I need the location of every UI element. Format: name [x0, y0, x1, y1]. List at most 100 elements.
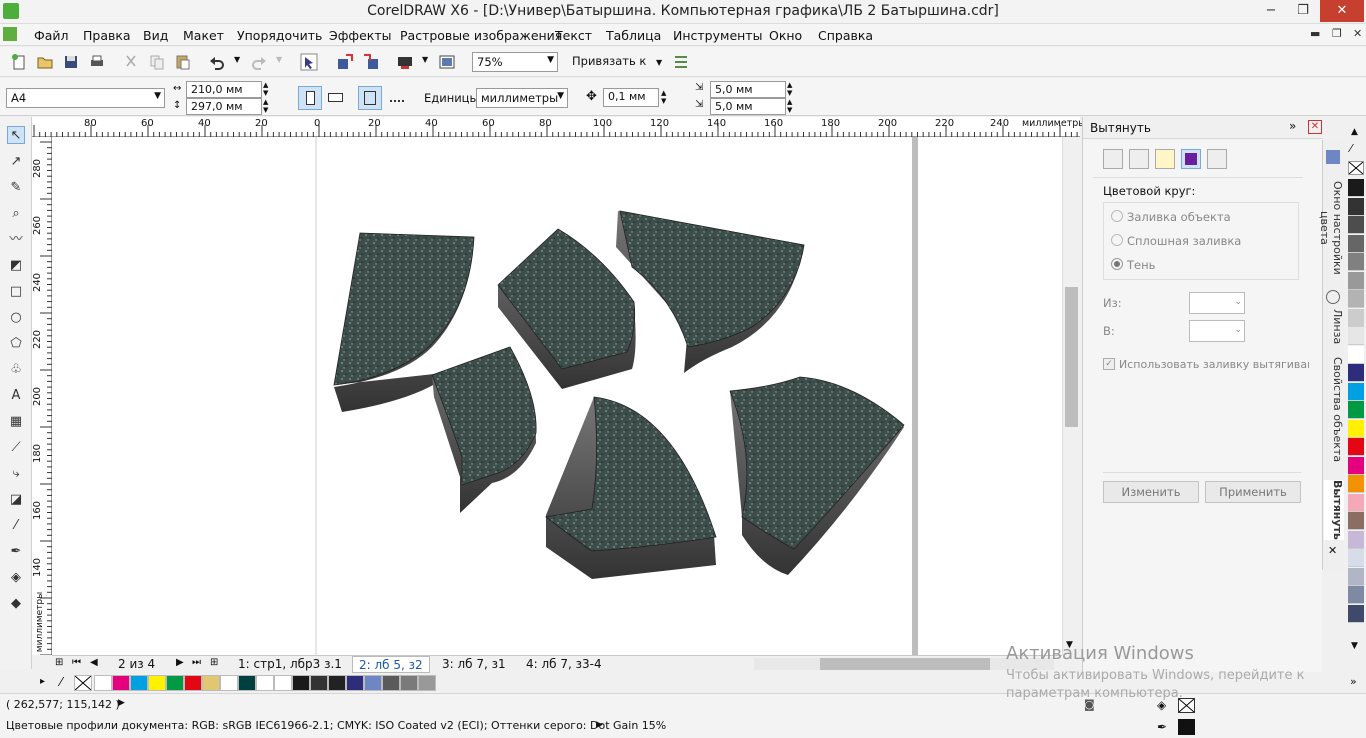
menu-arrange[interactable]: Упорядочить	[237, 28, 322, 43]
color-swatch[interactable]	[1348, 419, 1364, 438]
minimize-button[interactable]: −	[1256, 0, 1286, 22]
color-swatch[interactable]	[1348, 382, 1364, 401]
save-icon[interactable]	[62, 53, 80, 71]
color-swatch[interactable]	[1348, 308, 1364, 327]
color-swatch[interactable]	[148, 675, 166, 691]
polygon-tool-icon[interactable]: ⬠	[7, 335, 25, 353]
color-swatch[interactable]	[1348, 401, 1364, 419]
color-swatch[interactable]	[1348, 549, 1364, 567]
copy-icon[interactable]	[148, 53, 166, 71]
previous-page-icon[interactable]: ◀	[90, 657, 98, 668]
publish-dropdown-icon[interactable]: ▼	[422, 55, 428, 64]
table-tool-icon[interactable]: ▦	[7, 413, 25, 431]
color-swatch[interactable]	[238, 675, 256, 691]
menu-edit[interactable]: Правка	[83, 28, 131, 43]
to-color-picker[interactable]: ⌄	[1189, 320, 1245, 342]
pick-tool-icon[interactable]: ↖	[7, 126, 25, 144]
color-swatch[interactable]	[220, 675, 238, 691]
color-swatch[interactable]	[1348, 179, 1364, 197]
eyedropper-tool-icon[interactable]: ⁄	[7, 517, 25, 535]
ellipse-tool-icon[interactable]: ○	[7, 309, 25, 327]
radio-solid-fill[interactable]	[1111, 234, 1123, 246]
color-swatch[interactable]	[1348, 512, 1364, 530]
color-swatch[interactable]	[1348, 345, 1364, 364]
color-swatch[interactable]	[346, 675, 364, 691]
page-tab-4[interactable]: 4: лб 7, з3-4	[520, 656, 608, 673]
duplicate-x-spinner-icon[interactable]: ▲ ▼	[787, 81, 792, 97]
tab-lens[interactable]: Линза	[1324, 306, 1344, 348]
color-swatch[interactable]	[1348, 271, 1364, 290]
color-swatch[interactable]	[1348, 216, 1364, 234]
landscape-button[interactable]	[324, 86, 348, 110]
color-swatch[interactable]	[1348, 290, 1364, 308]
menu-layout[interactable]: Макет	[183, 28, 224, 43]
tab-color-docker[interactable]: Окно настройки цвета	[1318, 168, 1344, 288]
page-tab-2[interactable]: 2: лб 5, з2	[352, 656, 430, 673]
menu-effects[interactable]: Эффекты	[329, 28, 392, 43]
color-swatch[interactable]	[310, 675, 328, 691]
color-swatch[interactable]	[1348, 234, 1364, 253]
color-swatch[interactable]	[1348, 475, 1364, 493]
open-icon[interactable]	[36, 53, 54, 71]
extrude-lighting-icon[interactable]	[1155, 149, 1175, 169]
all-pages-button[interactable]	[358, 86, 382, 110]
color-swatch[interactable]	[382, 675, 400, 691]
color-swatch[interactable]	[94, 675, 112, 691]
restore-button[interactable]: ❐	[1288, 0, 1318, 22]
text-tool-icon[interactable]: A	[7, 387, 25, 405]
palette-scroll-down-icon[interactable]: ▼	[1351, 641, 1358, 651]
color-swatch[interactable]	[1348, 364, 1364, 382]
blend-tool-icon[interactable]: ◪	[7, 491, 25, 509]
tab-object-properties[interactable]: Свойства объекта	[1324, 354, 1344, 466]
scrollbar-thumb[interactable]	[1065, 287, 1078, 427]
no-color-swatch[interactable]	[1348, 161, 1364, 175]
eyedropper-icon[interactable]: ⁄	[1350, 142, 1352, 155]
tab-extrude[interactable]: Вытянуть	[1324, 480, 1344, 540]
units-select[interactable]: миллиметры ▼	[476, 88, 568, 108]
color-swatch[interactable]	[166, 675, 184, 691]
extrude-camera-icon[interactable]	[1103, 149, 1123, 169]
menu-text[interactable]: Текст	[555, 28, 592, 43]
doc-minimize-icon[interactable]: ▬	[1310, 27, 1320, 40]
extrude-bevel-icon[interactable]	[1207, 149, 1227, 169]
color-swatch[interactable]	[1348, 493, 1364, 512]
menu-help[interactable]: Справка	[818, 28, 873, 43]
color-swatch[interactable]	[292, 675, 310, 691]
use-extrude-fill-checkbox[interactable]: ✓	[1103, 358, 1115, 370]
page-tab-1[interactable]: 1: стр1, лбр3 з.1	[232, 656, 348, 673]
snap-to-button[interactable]: Привязать к ▼	[572, 54, 662, 68]
color-swatch[interactable]	[1348, 197, 1364, 216]
zoom-tool-icon[interactable]: ⌕	[7, 205, 25, 223]
options-icon[interactable]	[672, 53, 690, 71]
color-swatch[interactable]	[274, 675, 292, 691]
radio-shade[interactable]	[1111, 258, 1123, 270]
search-content-icon[interactable]	[300, 53, 318, 71]
color-swatch[interactable]	[202, 675, 220, 691]
palette-expand-icon[interactable]: »	[1350, 675, 1357, 688]
outline-pen-tool-icon[interactable]: ✒	[7, 543, 25, 561]
fill-tool-icon[interactable]: ◈	[7, 569, 25, 587]
coords-flyout-icon[interactable]: ▶	[118, 698, 125, 708]
crop-tool-icon[interactable]: ✎	[7, 179, 25, 197]
interactive-fill-tool-icon[interactable]: ◆	[7, 595, 25, 613]
color-swatch[interactable]	[1348, 253, 1364, 271]
color-swatch[interactable]	[1348, 530, 1364, 549]
print-icon[interactable]	[88, 53, 106, 71]
extruded-shape[interactable]	[729, 376, 905, 575]
extruded-shape[interactable]	[431, 346, 537, 513]
rectangle-tool-icon[interactable]: □	[7, 283, 25, 301]
duplicate-x-input[interactable]: 5,0 мм	[710, 81, 786, 98]
freehand-tool-icon[interactable]: 〰	[7, 231, 25, 249]
menu-file[interactable]: Файл	[34, 28, 69, 43]
menu-window[interactable]: Окно	[769, 28, 802, 43]
vertical-scrollbar[interactable]: ▼	[1062, 137, 1080, 655]
vertical-ruler[interactable]: 280 260 240 220 200 180 160 140 миллимет…	[32, 137, 52, 655]
add-page-before-icon[interactable]: ⊞	[55, 657, 63, 668]
color-swatch[interactable]	[364, 675, 382, 691]
scrollbar-thumb[interactable]	[820, 658, 990, 670]
eyedropper-icon[interactable]: ⁄	[60, 675, 62, 689]
duplicate-y-input[interactable]: 5,0 мм	[710, 98, 786, 115]
shape-tool-icon[interactable]: ↗	[7, 153, 25, 171]
extrude-rotation-icon[interactable]	[1129, 149, 1149, 169]
extruded-shape[interactable]	[616, 210, 805, 373]
